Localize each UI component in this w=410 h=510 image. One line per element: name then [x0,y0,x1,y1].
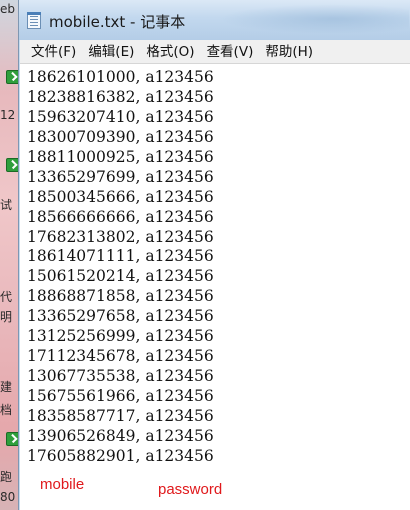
text-line: 18566666666, a123456 [27,207,214,226]
text-line: 13125256999, a123456 [27,327,214,346]
text-line: 17112345678, a123456 [27,347,214,366]
desktop-text-fragment: 建 [0,380,13,394]
password-annotation: password [158,481,223,498]
menu-format[interactable]: 格式(O) [142,41,198,63]
text-line: 13365297658, a123456 [27,307,214,326]
desktop-text-fragment: eb [0,2,15,16]
text-line: 17682313802, a123456 [27,227,214,246]
menu-view[interactable]: 查看(V) [203,41,258,63]
titlebar-glow [219,4,409,34]
desktop-text-fragment: 档 [0,403,13,417]
text-line: 18358587717, a123456 [27,406,214,425]
menu-edit[interactable]: 编辑(E) [84,41,138,63]
notepad-window: mobile.txt - 记事本 文件(F) 编辑(E) 格式(O) 查看(V)… [18,0,410,510]
mobile-annotation: mobile [40,476,85,493]
text-line: 18614071111, a123456 [27,247,214,266]
text-line: 15061520214, a123456 [27,267,214,286]
text-line: 18626101000, a123456 [27,68,214,86]
text-editor[interactable]: 18626101000, a123456 18238816382, a12345… [20,64,410,510]
window-title: mobile.txt - 记事本 [49,13,186,31]
text-line: 15675561966, a123456 [27,387,214,405]
menu-file[interactable]: 文件(F) [27,41,80,63]
text-line: 18300709390, a123456 [27,127,214,146]
text-line: 18811000925, a123456 [27,147,214,166]
text-line: 18868871858, a123456 [27,287,214,306]
desktop-text-fragment: 明 [0,310,13,324]
desktop-text-fragment: 试 [0,198,13,212]
desktop-text-fragment: 代 [0,290,13,304]
text-line: 18238816382, a123456 [27,87,214,106]
text-line: 17605882901, a123456 [27,446,214,465]
text-line: 13067735538, a123456 [27,367,214,386]
desktop-text-fragment: 80 [0,490,16,504]
text-content: 18626101000, a123456 18238816382, a12345… [27,68,214,467]
text-line: 13906526849, a123456 [27,426,214,445]
text-line: 18500345666, a123456 [27,187,214,206]
title-bar[interactable]: mobile.txt - 记事本 [19,0,410,40]
menu-bar: 文件(F) 编辑(E) 格式(O) 查看(V) 帮助(H) [20,40,410,64]
menu-help[interactable]: 帮助(H) [261,41,317,63]
notepad-icon[interactable] [27,12,41,29]
desktop-text-fragment: 跑 [0,470,13,484]
text-line: 15963207410, a123456 [27,107,214,126]
text-line: 13365297699, a123456 [27,167,214,186]
desktop-text-fragment: 12 [0,108,16,122]
